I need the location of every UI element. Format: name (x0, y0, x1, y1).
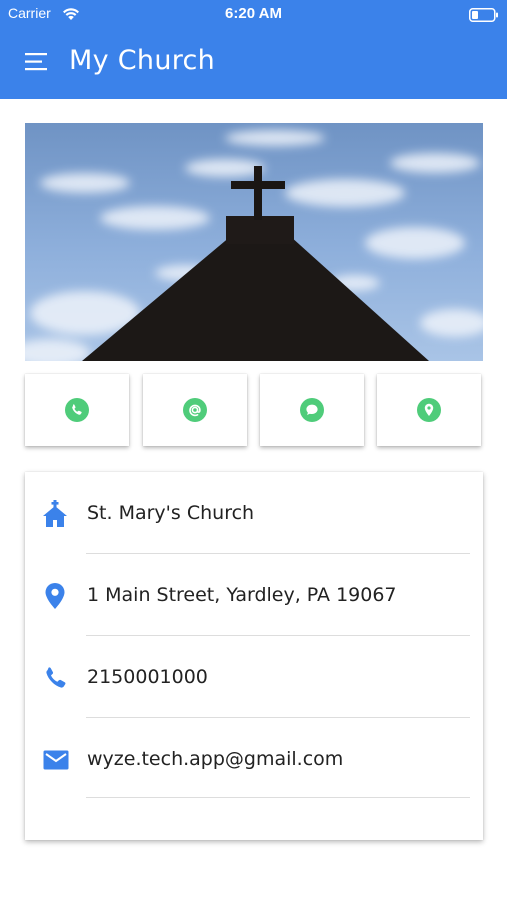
church-icon (42, 500, 68, 532)
status-time: 6:20 AM (225, 5, 282, 22)
phone-icon (65, 398, 89, 422)
chat-icon (300, 398, 324, 422)
location-pin-icon (44, 582, 66, 614)
message-button[interactable] (260, 374, 364, 446)
location-pin-icon (417, 398, 441, 422)
page-title: My Church (69, 45, 216, 76)
church-phone: 2150001000 (87, 666, 208, 688)
church-name: St. Mary's Church (87, 502, 255, 524)
info-row-phone[interactable]: 2150001000 (25, 636, 483, 718)
church-info-card: St. Mary's Church 1 Main Street, Yardley… (25, 472, 483, 840)
church-email: wyze.tech.app@gmail.com (87, 748, 344, 770)
church-address: 1 Main Street, Yardley, PA 19067 (87, 584, 397, 606)
location-button[interactable] (377, 374, 481, 446)
app-bar: My Church (0, 28, 507, 99)
info-row-email[interactable]: wyze.tech.app@gmail.com (25, 718, 483, 798)
info-row-address[interactable]: 1 Main Street, Yardley, PA 19067 (25, 554, 483, 636)
hamburger-menu-icon[interactable] (25, 52, 49, 76)
status-bar: Carrier 6:20 AM (0, 0, 507, 28)
divider (86, 797, 470, 798)
email-button[interactable] (143, 374, 247, 446)
at-icon (183, 398, 207, 422)
battery-icon (469, 7, 499, 26)
call-button[interactable] (25, 374, 129, 446)
mail-icon (43, 750, 69, 774)
church-photo (25, 123, 483, 361)
phone-icon (44, 666, 68, 694)
info-row-name: St. Mary's Church (25, 472, 483, 554)
